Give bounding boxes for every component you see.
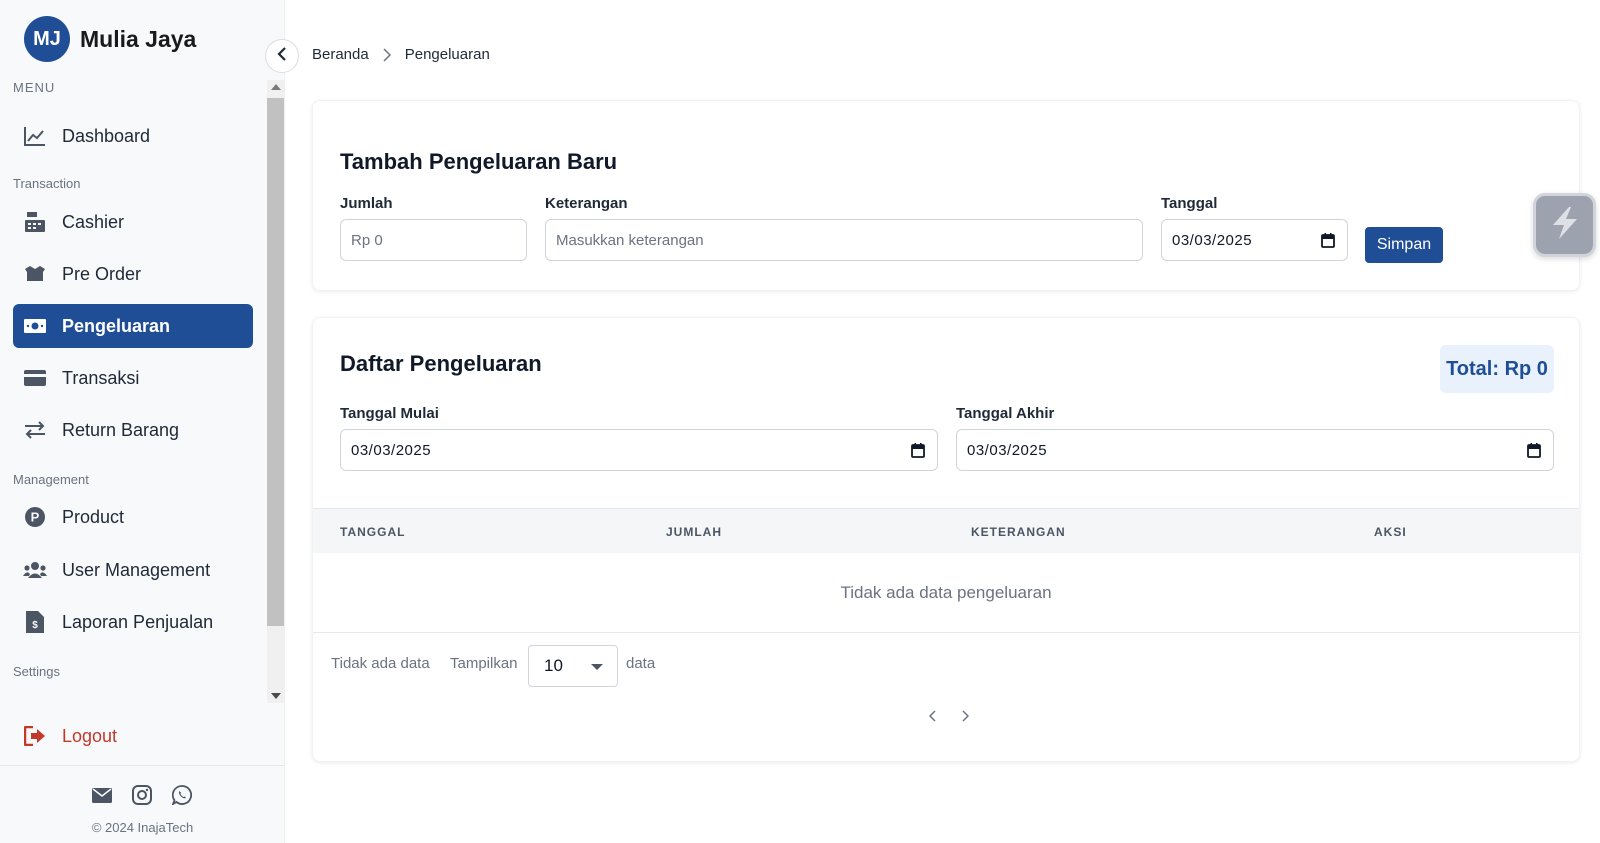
sidebar-item-laporan-penjualan[interactable]: $ Laporan Penjualan (13, 600, 253, 644)
show-label: Tampilkan (450, 655, 518, 672)
mail-icon[interactable] (91, 784, 113, 806)
tanggal-value: 03/03/2025 (1172, 231, 1253, 249)
sidebar-item-cashier[interactable]: Cashier (13, 200, 253, 244)
logout-label: Logout (62, 725, 118, 746)
sidebar-item-label: Pre Order (62, 263, 142, 284)
brand-name: Mulia Jaya (80, 25, 197, 52)
sidebar-item-label: Pengeluaran (62, 315, 171, 336)
sidebar-item-user-management[interactable]: User Management (13, 548, 253, 592)
transaction-section-label: Transaction (13, 176, 81, 191)
page-size-value: 10 (544, 656, 563, 675)
sign-out-icon (22, 723, 48, 749)
calendar-icon[interactable] (911, 443, 925, 462)
lightning-icon (1549, 205, 1581, 246)
start-date-label: Tanggal Mulai (340, 405, 439, 422)
sidebar-footer: © 2024 InajaTech (0, 765, 285, 843)
data-label: data (626, 655, 656, 672)
sidebar-scrollbar[interactable] (267, 80, 285, 703)
box-open-icon (22, 261, 48, 287)
calendar-icon[interactable] (1527, 443, 1541, 462)
brand-logo: MJ (24, 16, 70, 62)
credit-card-icon (22, 365, 48, 391)
brand[interactable]: MJ Mulia Jaya (24, 16, 196, 62)
sidebar-item-label: Return Barang (62, 419, 180, 440)
social-links (91, 784, 193, 806)
calendar-icon[interactable] (1321, 233, 1335, 252)
sidebar-item-label: Laporan Penjualan (62, 611, 214, 632)
page-size-select[interactable]: 10 (528, 645, 618, 687)
total-badge: Total: Rp 0 (1440, 345, 1554, 393)
expense-list-card: Daftar Pengeluaran Total: Rp 0 Tanggal M… (312, 317, 1580, 762)
breadcrumb-home[interactable]: Beranda (312, 46, 369, 63)
money-bill-icon (22, 313, 48, 339)
sidebar-item-product[interactable]: P Product (13, 495, 253, 539)
breadcrumb-current: Pengeluaran (404, 46, 490, 63)
logout-button[interactable]: Logout (13, 714, 253, 758)
add-expense-title: Tambah Pengeluaran Baru (340, 149, 618, 174)
tanggal-label: Tanggal (1161, 195, 1218, 212)
jumlah-label: Jumlah (340, 195, 393, 212)
end-date-input[interactable]: 03/03/2025 (956, 429, 1554, 471)
floating-action-button[interactable] (1533, 193, 1596, 257)
table-header: TANGGAL JUMLAH KETERANGAN AKSI (313, 508, 1579, 553)
chart-line-icon (22, 123, 48, 149)
scroll-thumb[interactable] (267, 98, 284, 626)
column-header-keterangan: KETERANGAN (971, 525, 1066, 539)
end-date-value: 03/03/2025 (967, 441, 1048, 459)
users-icon (22, 557, 48, 583)
instagram-icon[interactable] (131, 784, 153, 806)
keterangan-label: Keterangan (545, 195, 628, 212)
add-expense-card: Tambah Pengeluaran Baru Jumlah Rp 0 Kete… (312, 100, 1580, 291)
column-header-jumlah: JUMLAH (666, 525, 722, 539)
sidebar-collapse-button[interactable] (265, 39, 299, 73)
start-date-input[interactable]: 03/03/2025 (340, 429, 938, 471)
sidebar-item-dashboard[interactable]: Dashboard (13, 114, 253, 158)
invoice-dollar-icon: $ (22, 609, 48, 635)
menu-section-label: MENU (13, 80, 56, 95)
sidebar-item-label: Cashier (62, 211, 125, 232)
sidebar: MJ Mulia Jaya MENU Dashboard Transaction… (0, 0, 285, 843)
column-header-tanggal: TANGGAL (340, 525, 406, 539)
start-date-value: 03/03/2025 (351, 441, 432, 459)
save-button[interactable]: Simpan (1365, 227, 1443, 263)
keterangan-placeholder: Masukkan keterangan (556, 231, 704, 249)
chevron-left-icon (277, 46, 287, 66)
prev-page-button[interactable] (922, 706, 942, 726)
exchange-arrows-icon (22, 417, 48, 443)
product-p-icon: P (22, 504, 48, 530)
caret-down-icon (591, 664, 603, 670)
svg-text:P: P (31, 510, 40, 525)
next-page-button[interactable] (955, 706, 975, 726)
sidebar-item-pengeluaran[interactable]: Pengeluaran (13, 304, 253, 348)
scroll-down-arrow-icon[interactable] (271, 693, 281, 699)
breadcrumb: Beranda Pengeluaran (312, 46, 490, 63)
no-data-text: Tidak ada data (331, 655, 430, 672)
tanggal-date-input[interactable]: 03/03/2025 (1161, 219, 1348, 261)
sidebar-item-return-barang[interactable]: Return Barang (13, 408, 253, 452)
keterangan-input[interactable]: Masukkan keterangan (545, 219, 1143, 261)
sidebar-item-label: Dashboard (62, 125, 151, 146)
sidebar-item-label: Transaksi (62, 367, 140, 388)
sidebar-item-label: Product (62, 506, 125, 527)
whatsapp-icon[interactable] (171, 784, 193, 806)
settings-section-label: Settings (13, 664, 60, 679)
jumlah-placeholder: Rp 0 (351, 231, 383, 249)
expense-list-title: Daftar Pengeluaran (340, 351, 542, 376)
column-header-aksi: AKSI (1374, 525, 1407, 539)
management-section-label: Management (13, 472, 89, 487)
empty-table-message: Tidak ada data pengeluaran (313, 553, 1579, 633)
jumlah-input[interactable]: Rp 0 (340, 219, 527, 261)
sidebar-item-pre-order[interactable]: Pre Order (13, 252, 253, 296)
sidebar-item-label: User Management (62, 559, 211, 580)
svg-text:$: $ (32, 620, 38, 631)
sidebar-item-transaksi[interactable]: Transaksi (13, 356, 253, 400)
chevron-right-icon (383, 47, 391, 62)
cash-register-icon (22, 209, 48, 235)
copyright-text: © 2024 InajaTech (91, 820, 194, 835)
scroll-up-arrow-icon[interactable] (271, 84, 281, 90)
end-date-label: Tanggal Akhir (956, 405, 1055, 422)
